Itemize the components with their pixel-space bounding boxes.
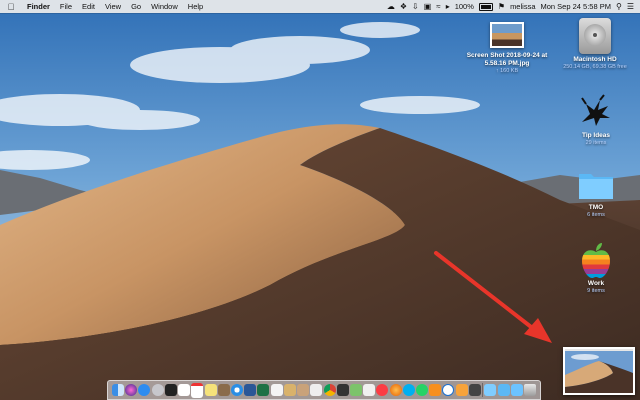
finder-icon[interactable]: [112, 384, 124, 396]
menu-window[interactable]: Window: [146, 2, 183, 11]
notes-icon[interactable]: [204, 384, 217, 396]
trash-icon[interactable]: [524, 384, 536, 396]
photos-icon[interactable]: [178, 384, 191, 396]
folder-stack-icon[interactable]: [484, 384, 497, 396]
itunes-icon[interactable]: [376, 384, 389, 396]
search-icon[interactable]: ⚲: [616, 0, 622, 13]
menu-finder[interactable]: Finder: [22, 2, 55, 11]
terminal-icon[interactable]: [164, 384, 177, 396]
arrow-annotation: [434, 251, 552, 343]
user-name[interactable]: melissa: [510, 2, 535, 11]
dock: [107, 380, 541, 400]
downloads-folder-icon[interactable]: [497, 384, 510, 396]
contacts-icon[interactable]: [297, 384, 310, 396]
firefox-icon[interactable]: [389, 384, 402, 396]
menu-edit[interactable]: Edit: [77, 2, 100, 11]
word-icon[interactable]: [244, 384, 257, 396]
calendar-icon[interactable]: [191, 382, 204, 398]
messages-icon[interactable]: [310, 384, 323, 396]
battery-icon[interactable]: [478, 2, 493, 11]
flag-icon[interactable]: ⚑: [498, 0, 505, 13]
download-icon[interactable]: ⇩: [412, 0, 419, 13]
ibooks-icon[interactable]: [429, 384, 442, 396]
menu-bar:  Finder File Edit View Go Window Help ☁…: [0, 0, 640, 13]
reminders-icon[interactable]: [217, 384, 230, 396]
numbers-icon[interactable]: [468, 384, 481, 396]
menu-go[interactable]: Go: [126, 2, 146, 11]
notifications-icon[interactable]: ☰: [627, 0, 634, 13]
whatsapp-icon[interactable]: [416, 384, 429, 396]
maps-icon[interactable]: [349, 384, 362, 396]
wifi-icon[interactable]: ≈: [436, 0, 440, 13]
cloud-icon[interactable]: ☁: [387, 0, 395, 13]
volume-icon[interactable]: ▸: [446, 0, 450, 13]
documents-folder-icon[interactable]: [510, 384, 523, 396]
textedit-icon[interactable]: [270, 384, 283, 396]
app-store-icon[interactable]: [138, 384, 151, 396]
dock-separator: [482, 383, 484, 397]
apple-icon[interactable]: : [0, 2, 22, 12]
onepassword-icon[interactable]: [442, 384, 455, 396]
menu-file[interactable]: File: [55, 2, 77, 11]
preview-icon[interactable]: [283, 384, 296, 396]
clock[interactable]: Mon Sep 24 5:58 PM: [541, 2, 611, 11]
safari-icon[interactable]: [230, 384, 243, 396]
battery-percent[interactable]: 100%: [455, 2, 474, 11]
screenshot-preview-image: [565, 349, 633, 393]
siri-icon[interactable]: [125, 384, 138, 396]
menu-help[interactable]: Help: [183, 2, 208, 11]
chrome-icon[interactable]: [323, 384, 336, 396]
dropbox-icon[interactable]: ❖: [400, 0, 407, 13]
excel-icon[interactable]: [257, 384, 270, 396]
pages-icon[interactable]: [455, 384, 468, 396]
launchpad-icon[interactable]: [151, 384, 164, 396]
music-icon[interactable]: [363, 384, 376, 396]
menu-view[interactable]: View: [100, 2, 126, 11]
screenshot-preview-thumbnail[interactable]: [563, 347, 635, 395]
activity-monitor-icon[interactable]: [336, 384, 349, 396]
skype-icon[interactable]: [402, 384, 415, 396]
display-icon[interactable]: ▣: [424, 0, 432, 13]
